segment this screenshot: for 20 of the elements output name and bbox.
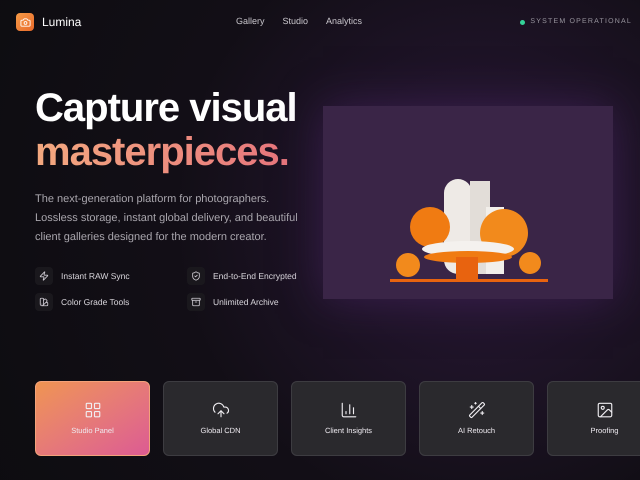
image-icon bbox=[596, 400, 614, 419]
feature-label: Color Grade Tools bbox=[61, 296, 130, 308]
swatch-icon bbox=[35, 293, 53, 311]
magic-wand-icon bbox=[468, 400, 486, 419]
logo-icon bbox=[16, 13, 34, 31]
feature-label: End-to-End Encrypted bbox=[213, 270, 297, 282]
bar-chart-icon bbox=[340, 400, 358, 419]
hero-description: The next-generation platform for photographers. Lossless storage, instant global delivery, and beautiful client galleries designed for the modern creator. bbox=[35, 192, 299, 245]
brand-name: Lumina bbox=[42, 14, 82, 31]
grid-icon bbox=[84, 400, 102, 419]
lightning-icon bbox=[35, 267, 53, 285]
feature-label: Unlimited Archive bbox=[213, 296, 279, 308]
cloud-upload-icon bbox=[212, 400, 230, 419]
nav-link[interactable]: Gallery bbox=[236, 15, 265, 29]
shield-icon bbox=[187, 267, 205, 285]
feature-label: Instant RAW Sync bbox=[61, 270, 130, 282]
archive-icon bbox=[187, 293, 205, 311]
nav-link[interactable]: Analytics bbox=[326, 15, 362, 29]
nav-link[interactable]: Studio bbox=[282, 15, 308, 29]
headline: Capture visual bbox=[35, 86, 298, 130]
